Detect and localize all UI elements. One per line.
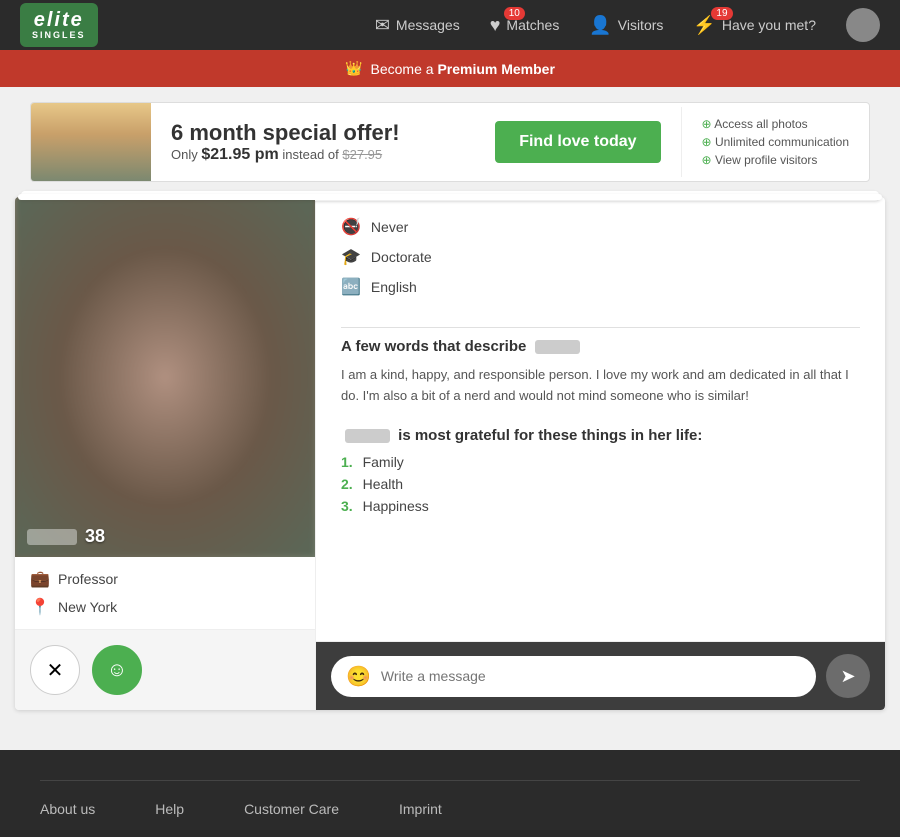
grateful-item-3: 3. Happiness: [341, 498, 860, 514]
profile-name-blurred: [27, 529, 77, 545]
top-navigation: elite SINGLES ✉ Messages ♥ 10 Matches 👤 …: [0, 0, 900, 50]
ad-old-price: $27.95: [342, 147, 382, 162]
message-input[interactable]: [381, 668, 801, 684]
action-buttons: ✕ ☺: [15, 629, 315, 710]
ad-feature-3: View profile visitors: [702, 153, 849, 167]
logo-sub: SINGLES: [32, 31, 86, 41]
divider: [341, 327, 860, 328]
no-smoking-icon: 🚭: [341, 217, 361, 237]
education-value: Doctorate: [371, 249, 432, 265]
person-icon: 👤: [589, 15, 611, 36]
grateful-title: is most grateful for these things in her…: [341, 427, 860, 444]
ad-content: 6 month special offer! Only $21.95 pm in…: [151, 110, 475, 174]
profile-name-age: 38: [27, 526, 105, 547]
heart-icon: ♥: [490, 15, 501, 36]
smoking-value: Never: [371, 219, 408, 235]
footer-links: About us Help Customer Care Imprint: [40, 801, 860, 817]
attr-smoking: 🚭 Never: [341, 217, 860, 237]
crown-icon: 👑: [345, 60, 362, 77]
ad-title: 6 month special offer!: [171, 120, 455, 146]
bio-text: I am a kind, happy, and responsible pers…: [341, 365, 860, 407]
grateful-item-2: 2. Health: [341, 476, 860, 492]
grateful-list: 1. Family 2. Health 3. Happiness: [341, 454, 860, 514]
ad-banner: 6 month special offer! Only $21.95 pm in…: [30, 102, 870, 182]
profile-info: 💼 Professor 📍 New York: [15, 557, 315, 629]
footer-help[interactable]: Help: [155, 801, 184, 817]
location-label: New York: [58, 599, 117, 615]
ad-price: $21.95 pm: [201, 146, 278, 163]
premium-text: Become a Premium Member: [371, 61, 555, 77]
logo-brand: elite: [32, 9, 86, 31]
briefcase-icon: 💼: [30, 569, 50, 589]
message-input-wrap[interactable]: 😊: [331, 656, 816, 697]
nav-visitors-label: Visitors: [618, 17, 664, 33]
premium-link[interactable]: Premium Member: [437, 61, 554, 77]
attr-language: 🔤 English: [341, 277, 860, 297]
nav-have-you-met[interactable]: ⚡ 19 Have you met?: [693, 15, 816, 36]
graduation-icon: 🎓: [341, 247, 361, 267]
desc-title: A few words that describe: [341, 338, 860, 355]
ad-subtitle: Only $21.95 pm instead of $27.95: [171, 146, 455, 164]
nav-matches[interactable]: ♥ 10 Matches: [490, 15, 560, 36]
envelope-icon: ✉: [375, 15, 390, 36]
ad-feature-1: Access all photos: [702, 117, 849, 131]
footer: About us Help Customer Care Imprint: [0, 750, 900, 837]
avatar[interactable]: [846, 8, 880, 42]
profile-attributes: 🚭 Never 🎓 Doctorate 🔤 English: [341, 217, 860, 297]
ad-features: Access all photos Unlimited communicatio…: [681, 107, 869, 177]
profile-profession: 💼 Professor: [30, 569, 300, 589]
profile-card: 38 💼 Professor 📍 New York ✕ ☺: [15, 197, 885, 710]
grateful-item-1: 1. Family: [341, 454, 860, 470]
footer-customer-care[interactable]: Customer Care: [244, 801, 339, 817]
location-icon: 📍: [30, 597, 50, 617]
profession-label: Professor: [58, 571, 118, 587]
profile-location: 📍 New York: [30, 597, 300, 617]
logo[interactable]: elite SINGLES: [20, 3, 98, 47]
dislike-button[interactable]: ✕: [30, 645, 80, 695]
username-blurred-desc: [535, 340, 580, 354]
nav-visitors[interactable]: 👤 Visitors: [589, 15, 663, 36]
message-area: 😊 ➤: [316, 641, 885, 710]
ad-photo: [31, 102, 151, 182]
emoji-icon: 😊: [346, 664, 371, 689]
language-value: English: [371, 279, 417, 295]
footer-about[interactable]: About us: [40, 801, 95, 817]
ad-feature-2: Unlimited communication: [702, 135, 849, 149]
nav-messages-label: Messages: [396, 17, 460, 33]
profile-photo: 38: [15, 197, 315, 557]
footer-divider: [40, 780, 860, 781]
profile-age: 38: [85, 526, 105, 547]
username-blurred-grateful: [345, 429, 390, 443]
like-button[interactable]: ☺: [92, 645, 142, 695]
send-icon: ➤: [840, 666, 855, 687]
profile-card-stack: 38 💼 Professor 📍 New York ✕ ☺: [15, 197, 885, 710]
matches-badge: 10: [504, 7, 525, 20]
premium-banner[interactable]: 👑 Become a Premium Member: [0, 50, 900, 87]
profile-right-panel: 🚭 Never 🎓 Doctorate 🔤 English A few word…: [315, 197, 885, 710]
nav-messages[interactable]: ✉ Messages: [375, 15, 460, 36]
have-you-met-badge: 19: [711, 7, 732, 20]
attr-education: 🎓 Doctorate: [341, 247, 860, 267]
nav-have-you-met-label: Have you met?: [722, 17, 816, 33]
profile-left-panel: 38 💼 Professor 📍 New York ✕ ☺: [15, 197, 315, 710]
ad-cta-button[interactable]: Find love today: [495, 121, 660, 163]
language-icon: 🔤: [341, 277, 361, 297]
footer-imprint[interactable]: Imprint: [399, 801, 442, 817]
send-button[interactable]: ➤: [826, 654, 870, 698]
premium-pre: Become a: [371, 61, 434, 77]
